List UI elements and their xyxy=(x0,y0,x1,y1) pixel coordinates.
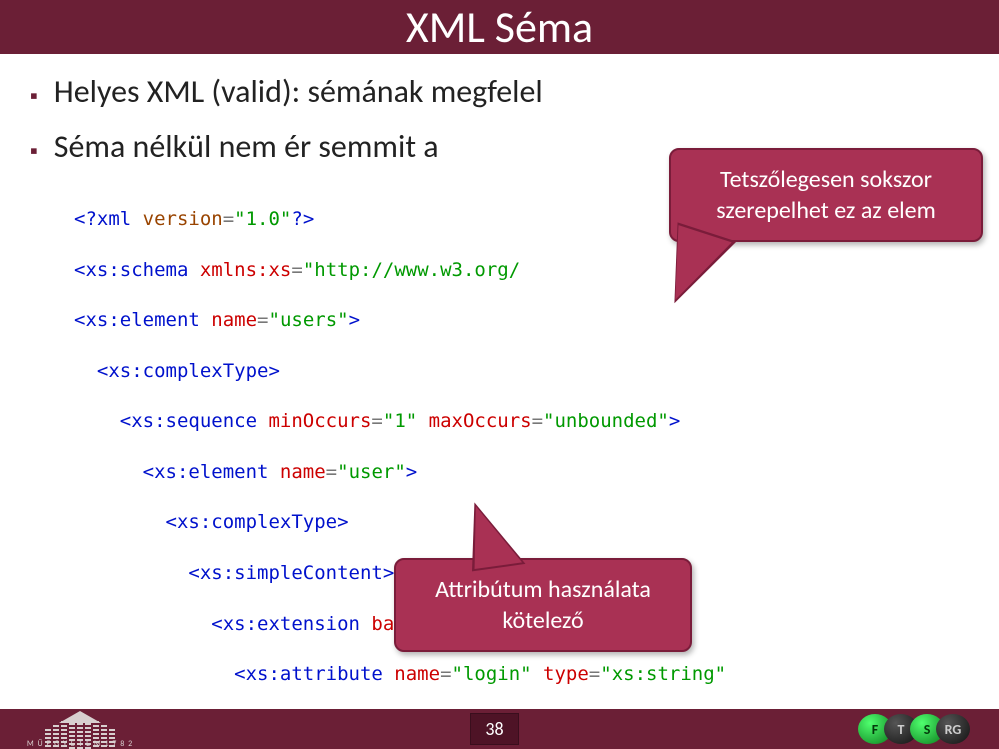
bullet-2-text: Séma nélkül nem ér semmit a xyxy=(54,127,439,166)
xml-schema-code: <?xml version="1.0"?> <xs:schema xmlns:x… xyxy=(74,182,989,749)
slide-title: XML Séma xyxy=(406,0,593,54)
ftsrg-logo: F T S RG xyxy=(829,714,999,744)
callout-1-line1: Tetszőlegesen sokszor xyxy=(687,164,965,195)
callout-2-line2: kötelező xyxy=(412,605,674,636)
callout-attribute-required: Attribútum használata kötelező xyxy=(394,558,692,652)
page-number: 38 xyxy=(470,713,518,745)
bullet-marker-icon: ▪ xyxy=(30,82,38,109)
callout-element-repeat: Tetszőlegesen sokszor szerepelhet ez az … xyxy=(669,148,983,242)
roof-icon xyxy=(59,711,101,723)
bullet-marker-icon: ▪ xyxy=(30,137,38,164)
callout-1-line2: szerepelhet ez az elem xyxy=(687,195,965,226)
slide: XML Séma ▪ Helyes XML (valid): sémának m… xyxy=(0,0,999,749)
slide-footer: M Ű E G Y E T E M 1 7 8 2 38 F T S RG xyxy=(0,709,999,749)
bullet-1-text: Helyes XML (valid): sémának megfelel xyxy=(54,72,543,111)
title-bar: XML Séma xyxy=(0,0,999,54)
bullet-1: ▪ Helyes XML (valid): sémának megfelel xyxy=(30,72,989,111)
logo-letter-rg: RG xyxy=(936,714,970,744)
university-logo: M Ű E G Y E T E M 1 7 8 2 xyxy=(0,709,160,749)
callout-2-tail xyxy=(466,501,522,569)
university-caption: M Ű E G Y E T E M 1 7 8 2 xyxy=(0,739,160,749)
callout-2-line1: Attribútum használata xyxy=(412,574,674,605)
